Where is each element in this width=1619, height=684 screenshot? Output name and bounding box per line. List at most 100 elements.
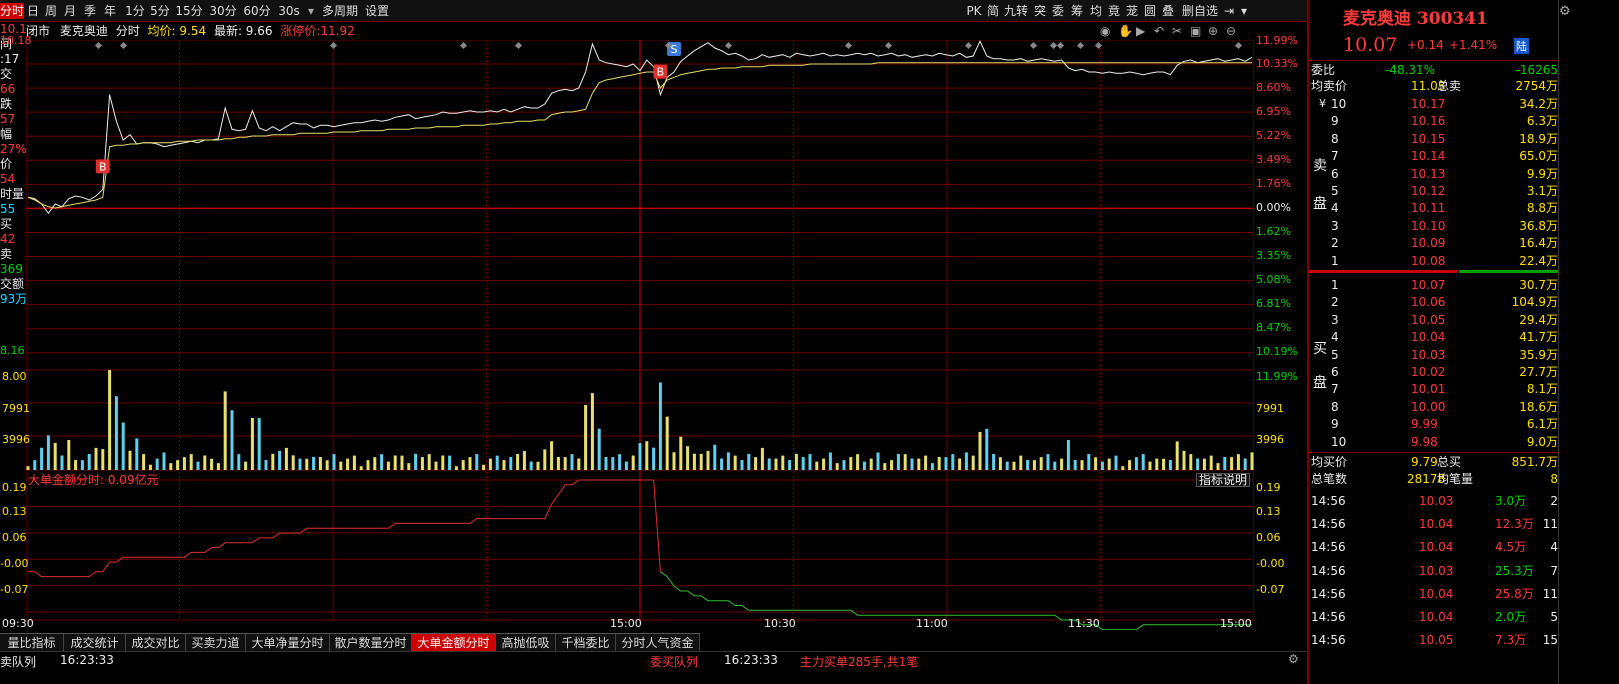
- play-icon[interactable]: ▶: [1136, 22, 1145, 40]
- tool-overlay[interactable]: 叠: [1161, 3, 1175, 19]
- buy-level-row[interactable]: 3 10.05 29.4万: [1309, 311, 1560, 329]
- sell-level-row[interactable]: 2 10.09 16.4万: [1309, 234, 1560, 252]
- period-button-quarter[interactable]: 季: [83, 3, 97, 19]
- chevron-down-icon[interactable]: ▾: [1238, 3, 1250, 19]
- tick-row[interactable]: 14:56 10.03 3.0万 2: [1309, 492, 1560, 510]
- price-axis-right-label: 6.95%: [1256, 105, 1291, 118]
- expand-panel-icon[interactable]: ⇥: [1222, 3, 1236, 19]
- volume-bar: [672, 452, 676, 470]
- buy-level-row[interactable]: 8 10.00 18.6万: [1309, 398, 1560, 416]
- indicator-axis-left-label: 0.19: [2, 481, 27, 494]
- remove-watchlist-button[interactable]: 删自选: [1180, 3, 1220, 19]
- buy-level-row[interactable]: 4 10.04 41.7万: [1309, 328, 1560, 346]
- sell-level-row[interactable]: 5 10.12 3.1万: [1309, 182, 1560, 200]
- sell-volume: 36.8万: [1519, 218, 1558, 233]
- volume-bar: [162, 452, 166, 470]
- tab-trade-compare[interactable]: 成交对比: [126, 634, 186, 652]
- tab-volume-ratio[interactable]: 量比指标: [0, 634, 64, 652]
- tick-row[interactable]: 14:56 10.03 25.3万 7: [1309, 562, 1560, 580]
- sell-level-row[interactable]: 8 10.15 18.9万: [1309, 130, 1560, 148]
- multi-period-button[interactable]: 多周期: [320, 3, 360, 19]
- sell-level-row[interactable]: 9 10.16 6.3万: [1309, 112, 1560, 130]
- sell-level-row[interactable]: 1 10.08 22.4万: [1309, 252, 1560, 270]
- tool-order[interactable]: 委: [1051, 3, 1065, 19]
- lock-icon[interactable]: ▣: [1190, 22, 1201, 40]
- volume-bar: [420, 457, 424, 470]
- buy-level-row[interactable]: 1 10.07 30.7万: [1309, 276, 1560, 294]
- buy-level-row[interactable]: 6 10.02 27.7万: [1309, 363, 1560, 381]
- tab-big-net-volume[interactable]: 大单净量分时: [246, 634, 330, 652]
- period-button-15min[interactable]: 15分: [174, 3, 204, 19]
- tool-nine-turn[interactable]: 九转: [1003, 3, 1029, 19]
- buy-level-row[interactable]: 2 10.06 104.9万: [1309, 293, 1560, 311]
- period-button-year[interactable]: 年: [103, 3, 117, 19]
- period-button-intraday[interactable]: 分时: [0, 3, 24, 19]
- sell-queue-label[interactable]: 卖队列: [0, 653, 36, 670]
- volume-bar: [856, 454, 860, 470]
- zoom-out-icon[interactable]: ⊖: [1226, 22, 1236, 40]
- tab-buy-sell-power[interactable]: 买卖力道: [186, 634, 246, 652]
- intraday-chart[interactable]: BBS: [26, 40, 1254, 630]
- settings-button[interactable]: 设置: [363, 3, 391, 19]
- tool-pk[interactable]: PK: [965, 3, 983, 19]
- volume-bar: [1230, 457, 1234, 470]
- tool-average[interactable]: 均: [1089, 3, 1103, 19]
- sell-level-row[interactable]: 6 10.13 9.9万: [1309, 165, 1560, 183]
- period-button-day[interactable]: 日: [26, 3, 40, 19]
- sell-level-row[interactable]: 3 10.10 36.8万: [1309, 217, 1560, 235]
- sell-level-row[interactable]: 4 10.11 8.8万: [1309, 199, 1560, 217]
- tick-row[interactable]: 14:56 10.04 25.8万 11: [1309, 585, 1560, 603]
- period-button-1min[interactable]: 1分: [124, 3, 146, 19]
- period-button-month[interactable]: 月: [63, 3, 77, 19]
- zoom-in-icon[interactable]: ⊕: [1208, 22, 1218, 40]
- undo-icon[interactable]: ↶: [1154, 22, 1164, 40]
- period-button-30min[interactable]: 30分: [208, 3, 238, 19]
- sell-level: 1: [1331, 253, 1339, 268]
- tab-high-low[interactable]: 高抛低吸: [496, 634, 556, 652]
- buy-level-row[interactable]: 10 9.98 9.0万: [1309, 433, 1560, 451]
- period-button-5min[interactable]: 5分: [149, 3, 171, 19]
- hand-icon[interactable]: ✋: [1118, 22, 1133, 40]
- indicator-axis-right-label: 0.19: [1256, 481, 1281, 494]
- volume-bar: [216, 463, 220, 470]
- tab-popularity-funds[interactable]: 分时人气资金: [616, 634, 700, 652]
- volume-bar: [1223, 457, 1227, 470]
- tick-row[interactable]: 14:56 10.04 4.5万 4: [1309, 538, 1560, 556]
- tool-tea[interactable]: 茏: [1125, 3, 1139, 19]
- buy-queue-label[interactable]: 委买队列: [650, 653, 698, 670]
- tab-trade-stats[interactable]: 成交统计: [64, 634, 126, 652]
- buy-level-row[interactable]: 9 9.99 6.1万: [1309, 415, 1560, 433]
- indicator-axis-right-label: -0.07: [1256, 583, 1285, 596]
- tool-simple[interactable]: 简: [986, 3, 1000, 19]
- indicator-help-button[interactable]: 指标说明: [1196, 473, 1251, 487]
- event-marker: [964, 41, 973, 50]
- gear-icon[interactable]: ⚙: [1288, 652, 1299, 666]
- gear-icon[interactable]: ⚙: [1559, 4, 1571, 19]
- sell-volume: 34.2万: [1519, 97, 1558, 111]
- eye-icon[interactable]: ◉: [1100, 22, 1110, 40]
- tab-big-order-amount[interactable]: 大单金额分时: [412, 634, 496, 652]
- tab-thousand-ratio[interactable]: 千档委比: [556, 634, 616, 652]
- sell-level-row[interactable]: ¥10 10.17 34.2万: [1309, 95, 1560, 113]
- left-info-item: 交额: [0, 277, 25, 291]
- buy-level-row[interactable]: 7 10.01 8.1万: [1309, 380, 1560, 398]
- buy-level-row[interactable]: 5 10.03 35.9万: [1309, 346, 1560, 364]
- volume-bar: [1026, 460, 1030, 470]
- tool-breakout[interactable]: 突: [1033, 3, 1047, 19]
- tick-row[interactable]: 14:56 10.04 2.0万 5: [1309, 608, 1560, 626]
- tab-retail-count[interactable]: 散户数量分时: [330, 634, 412, 652]
- scissors-icon[interactable]: ✂: [1172, 22, 1182, 40]
- period-button-week[interactable]: 周: [44, 3, 58, 19]
- tool-circle[interactable]: 圆: [1143, 3, 1157, 19]
- period-select-30s[interactable]: 30s: [276, 3, 302, 19]
- period-button-60min[interactable]: 60分: [242, 3, 272, 19]
- tick-row[interactable]: 14:56 10.04 12.3万 11: [1309, 515, 1560, 533]
- tool-chips[interactable]: 筹: [1070, 3, 1084, 19]
- tick-row[interactable]: 14:56 10.05 7.3万 15: [1309, 631, 1560, 649]
- tool-auction[interactable]: 竟: [1107, 3, 1121, 19]
- chevron-down-icon[interactable]: ▾: [306, 3, 316, 19]
- tick-volume: 25.3万: [1495, 563, 1534, 578]
- price-axis-left-top: 10.18: [0, 34, 32, 47]
- volume-bar: [1121, 466, 1125, 470]
- sell-level-row[interactable]: 7 10.14 65.0万: [1309, 147, 1560, 165]
